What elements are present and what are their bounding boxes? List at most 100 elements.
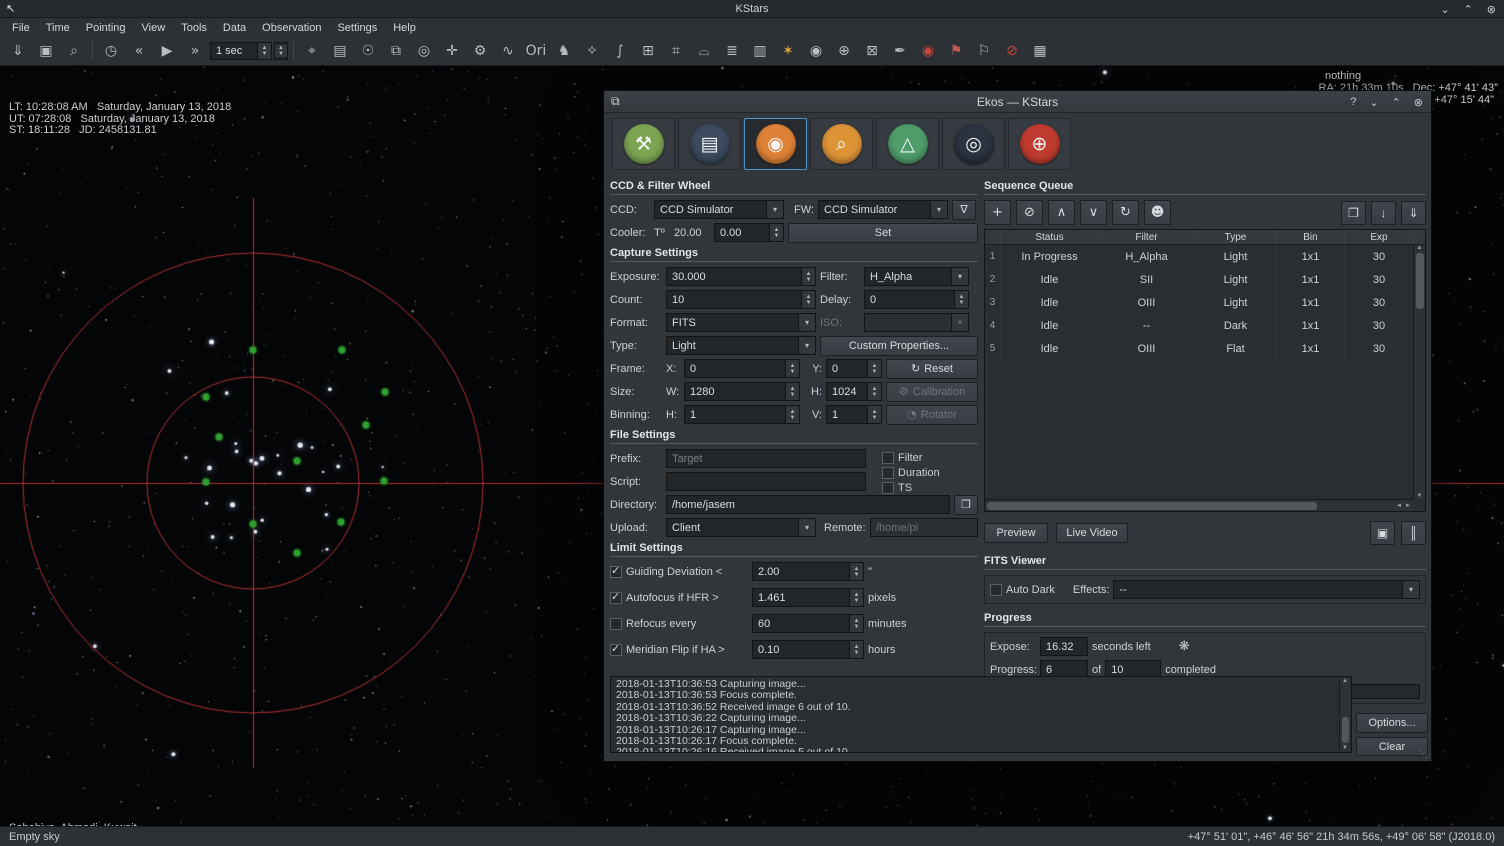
stars-toggle-icon[interactable]: ✛ <box>439 39 465 63</box>
whats-interesting-icon[interactable]: ◉ <box>803 39 829 63</box>
hips-overlay-icon[interactable]: ▦ <box>1027 39 1053 63</box>
tab-mount[interactable]: △ <box>876 118 939 170</box>
table-horizontal-scrollbar[interactable]: ◄► <box>985 499 1413 511</box>
limit-checkbox[interactable] <box>610 644 622 656</box>
limit-checkbox[interactable] <box>610 566 622 578</box>
ink-overlay-icon[interactable]: ✒ <box>887 39 913 63</box>
auto-dark-checkbox[interactable] <box>990 584 1002 596</box>
add-flag-icon[interactable]: ⚐ <box>971 39 997 63</box>
observation-flag-icon[interactable]: ⚑ <box>943 39 969 63</box>
constellation-art-icon[interactable]: ♞ <box>551 39 577 63</box>
menu-item[interactable]: Settings <box>329 20 385 36</box>
options-button[interactable]: Options... <box>1356 713 1428 733</box>
solar-system-icon[interactable]: ☉ <box>355 39 381 63</box>
format-combo[interactable]: FITS▾ <box>666 313 816 332</box>
pause-button[interactable]: ║ <box>1401 521 1426 545</box>
time-step-forward-icon[interactable]: » <box>182 39 208 63</box>
tab-align[interactable]: ⊕ <box>1008 118 1071 170</box>
ccd-combo[interactable]: CCD Simulator▾ <box>654 200 784 219</box>
effects-combo[interactable]: --▾ <box>1113 580 1420 599</box>
count-spinbox[interactable]: 10▲▼ <box>666 290 816 309</box>
equatorial-grid-icon[interactable]: ⊞ <box>635 39 661 63</box>
menu-item[interactable]: Observation <box>254 20 329 36</box>
guide-indicator-icon[interactable]: ◉ <box>915 39 941 63</box>
preview-button[interactable]: Preview <box>984 523 1048 543</box>
log-scrollbar[interactable]: ▲▼ <box>1339 678 1350 751</box>
asteroids-icon[interactable]: ⚙ <box>467 39 493 63</box>
maximize-button[interactable]: ⌃ <box>1464 3 1473 16</box>
sky-snapshot-icon[interactable]: ▤ <box>327 39 353 63</box>
menu-item[interactable]: Pointing <box>78 20 134 36</box>
sequence-row[interactable]: 2 Idle SII Light 1x1 30 <box>985 268 1425 291</box>
sequence-queue-table[interactable]: Status Filter Type Bin Exp 1 In Progress… <box>984 229 1426 512</box>
open-queue-button[interactable]: ❐ <box>1341 201 1366 225</box>
time-run-icon[interactable]: ▶ <box>154 39 180 63</box>
limit-spinbox[interactable]: 1.461▲▼ <box>752 588 864 607</box>
deep-sky-objects-icon[interactable]: ≣ <box>719 39 745 63</box>
abort-slew-icon[interactable]: ⊘ <box>999 39 1025 63</box>
time-step-back-icon[interactable]: « <box>126 39 152 63</box>
shade-button[interactable]: ⌄ <box>1369 96 1378 109</box>
upload-mode-combo[interactable]: Client▾ <box>666 518 816 537</box>
frame-type-combo[interactable]: Light▾ <box>666 336 816 355</box>
ekos-title-bar[interactable]: ⧉ Ekos — KStars ?⌄⌃⊗ <box>604 91 1431 113</box>
clear-log-button[interactable]: Clear <box>1356 737 1428 756</box>
supernova-alerts-icon[interactable]: ✶ <box>775 39 801 63</box>
tab-capture[interactable]: ◉ <box>744 118 807 170</box>
filter-wheel-combo[interactable]: CCD Simulator▾ <box>818 200 948 219</box>
live-video-button[interactable]: Live Video <box>1056 523 1128 543</box>
move-up-button[interactable]: ∧ <box>1048 200 1075 225</box>
track-object-icon[interactable]: ⌖ <box>299 39 325 63</box>
duration-suffix-checkbox[interactable] <box>882 467 894 479</box>
save-queue-button[interactable]: ↓ <box>1371 201 1396 225</box>
full-frame-button[interactable]: ▣ <box>1370 521 1395 545</box>
tab-setup[interactable]: ⚒ <box>612 118 675 170</box>
flags-list-icon[interactable]: ▥ <box>747 39 773 63</box>
tab-guide[interactable]: ◎ <box>942 118 1005 170</box>
custom-properties-button[interactable]: Custom Properties... <box>820 336 978 356</box>
device-manager-icon[interactable]: ⧉ <box>383 39 409 63</box>
limit-spinbox[interactable]: 60▲▼ <box>752 614 864 633</box>
frame-x-spinbox[interactable]: 0▲▼ <box>684 359 800 378</box>
window-resize-grip[interactable]: ⋱ <box>1419 749 1428 760</box>
splitter-handle[interactable]: ······ <box>604 665 1431 674</box>
size-h-spinbox[interactable]: 1024▲▼ <box>826 382 882 401</box>
limit-checkbox[interactable] <box>610 618 622 630</box>
exposure-spinbox[interactable]: 30.000▲▼ <box>666 267 816 286</box>
set-time-icon[interactable]: ◷ <box>98 39 124 63</box>
reset-frame-button[interactable]: ↻ Reset <box>886 359 978 379</box>
close-button[interactable]: ⊗ <box>1414 96 1423 109</box>
time-unit-arrows[interactable]: ▲▼ <box>275 45 287 57</box>
filter-combo[interactable]: H_Alpha▾ <box>864 267 969 286</box>
browse-directory-button[interactable]: ❐ <box>954 495 978 515</box>
milky-way-icon[interactable]: ∫ <box>607 39 633 63</box>
help-button[interactable]: ? <box>1350 96 1356 108</box>
menu-item[interactable]: Time <box>38 20 78 36</box>
fov-symbol-icon[interactable]: ⊕ <box>831 39 857 63</box>
prefix-input[interactable]: Target <box>666 449 866 468</box>
constellation-lines-icon[interactable]: ✧ <box>579 39 605 63</box>
binning-h-spinbox[interactable]: 1▲▼ <box>684 405 800 424</box>
frame-y-spinbox[interactable]: 0▲▼ <box>826 359 882 378</box>
menu-item[interactable]: Tools <box>173 20 215 36</box>
find-object-icon[interactable]: ⌕ <box>61 39 87 63</box>
limit-spinbox[interactable]: 2.00▲▼ <box>752 562 864 581</box>
delay-spinbox[interactable]: 0▲▼ <box>864 290 969 309</box>
minimize-button[interactable]: ⌄ <box>1440 3 1449 16</box>
add-job-button[interactable]: + <box>984 200 1011 225</box>
limit-spinbox[interactable]: 0.10▲▼ <box>752 640 864 659</box>
horizon-icon[interactable]: ⌓ <box>691 39 717 63</box>
temperature-setpoint-spinbox[interactable]: 0.00▲▼ <box>714 223 784 242</box>
sequence-row[interactable]: 1 In Progress H_Alpha Light 1x1 30 <box>985 245 1425 268</box>
menu-item[interactable]: File <box>4 20 38 36</box>
constellation-names-icon[interactable]: Ori <box>523 39 549 63</box>
menu-item[interactable]: View <box>134 20 174 36</box>
sequence-row[interactable]: 3 Idle OIII Light 1x1 30 <box>985 291 1425 314</box>
limit-checkbox[interactable] <box>610 592 622 604</box>
move-down-button[interactable]: ∨ <box>1080 200 1107 225</box>
menu-item[interactable]: Data <box>215 20 254 36</box>
set-temperature-button[interactable]: Set <box>788 223 978 243</box>
save-queue-as-button[interactable]: ⇓ <box>1401 201 1426 225</box>
directory-input[interactable]: /home/jasem <box>666 495 950 514</box>
binning-v-spinbox[interactable]: 1▲▼ <box>826 405 882 424</box>
